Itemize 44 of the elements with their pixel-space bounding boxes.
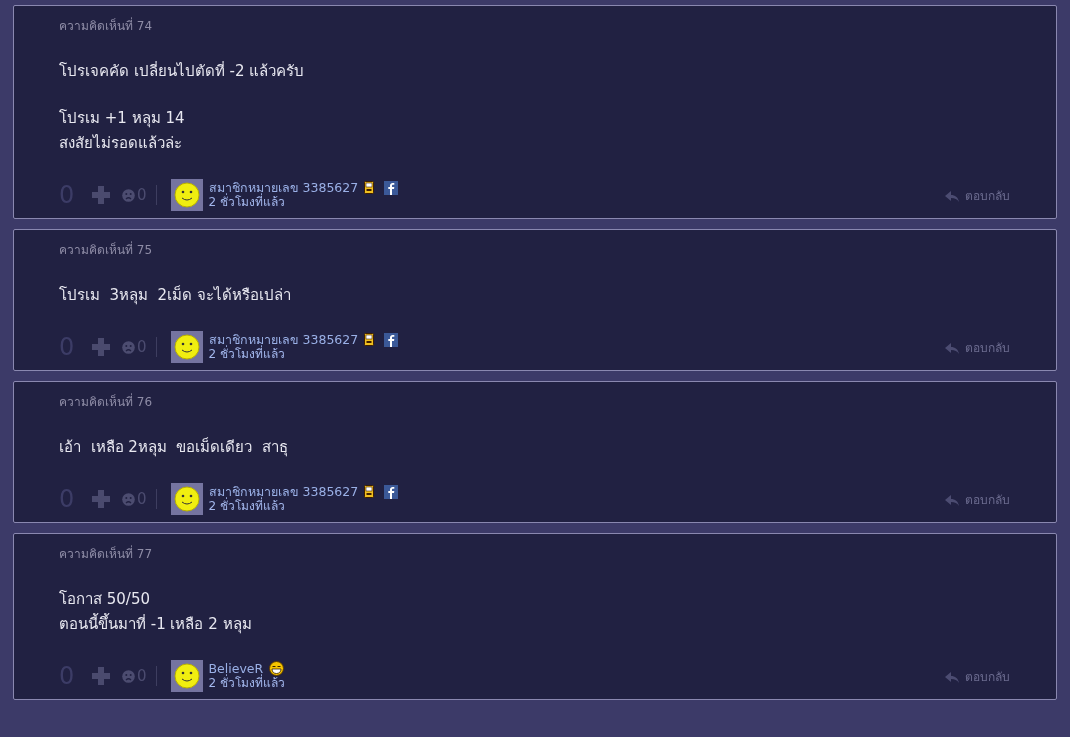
facebook-icon [384, 484, 399, 499]
author-name[interactable]: BelieveR [208, 661, 264, 676]
plus-icon[interactable] [92, 186, 110, 204]
smiley-icon [173, 486, 200, 512]
avatar[interactable] [170, 660, 203, 692]
author-name[interactable]: สมาชิกหมายเลข 3385627 [208, 332, 359, 347]
comment-number: ความคิดเห็นที่ 75 [59, 241, 154, 259]
phone-icon [364, 485, 375, 498]
smiley-icon [173, 663, 200, 689]
comment-number: ความคิดเห็นที่ 77 [59, 545, 154, 563]
comment-text: โปรเจคคัด เปลี่ยนไปตัดที่ -2 แล้วครับ [59, 60, 306, 82]
reply-icon [945, 494, 959, 506]
comment-text: เอ้า เหลือ 2หลุม ขอเม็ดเดียว สาธุ [59, 436, 289, 459]
plus-icon[interactable] [92, 667, 110, 685]
timestamp: 2 ชั่วโมงที่แล้ว [208, 499, 285, 514]
author-name[interactable]: สมาชิกหมายเลข 3385627 [208, 484, 359, 499]
comment-number: ความคิดเห็นที่ 74 [59, 17, 154, 35]
phone-icon [364, 333, 375, 346]
sad-face-icon[interactable] [122, 669, 135, 683]
smiley-icon [173, 334, 200, 360]
plus-icon[interactable] [92, 338, 110, 356]
sad-face-icon[interactable] [122, 492, 135, 506]
phone-icon [364, 181, 375, 194]
comment-text: โปรเม +1 หลุม 14 สงสัยไม่รอดแล้วล่ะ [59, 108, 186, 154]
sad-face-icon[interactable] [122, 340, 135, 354]
facebook-icon [384, 180, 399, 195]
avatar[interactable] [170, 483, 203, 515]
comment-number: ความคิดเห็นที่ 76 [59, 393, 154, 411]
comment-text: โปรเม 3หลุม 2เม็ด จะได้หรือเปล่า [59, 284, 292, 307]
reply-icon [945, 671, 959, 683]
timestamp: 2 ชั่วโมงที่แล้ว [208, 195, 285, 210]
facebook-icon [384, 332, 399, 347]
sad-face-icon[interactable] [122, 188, 135, 202]
author-name[interactable]: สมาชิกหมายเลข 3385627 [208, 180, 359, 195]
timestamp: 2 ชั่วโมงที่แล้ว [208, 676, 285, 691]
avatar[interactable] [170, 331, 203, 363]
comment-text: โอกาส 50/50 ตอนนี้ขึ้นมาที่ -1 เหลือ 2 หลุม [59, 589, 253, 636]
timestamp: 2 ชั่วโมงที่แล้ว [208, 347, 285, 362]
plus-icon[interactable] [92, 490, 110, 508]
avatar[interactable] [170, 179, 203, 211]
reply-icon [945, 342, 959, 354]
laughing-emoji-icon [269, 661, 285, 676]
smiley-icon [173, 182, 200, 208]
reply-icon [945, 190, 959, 202]
